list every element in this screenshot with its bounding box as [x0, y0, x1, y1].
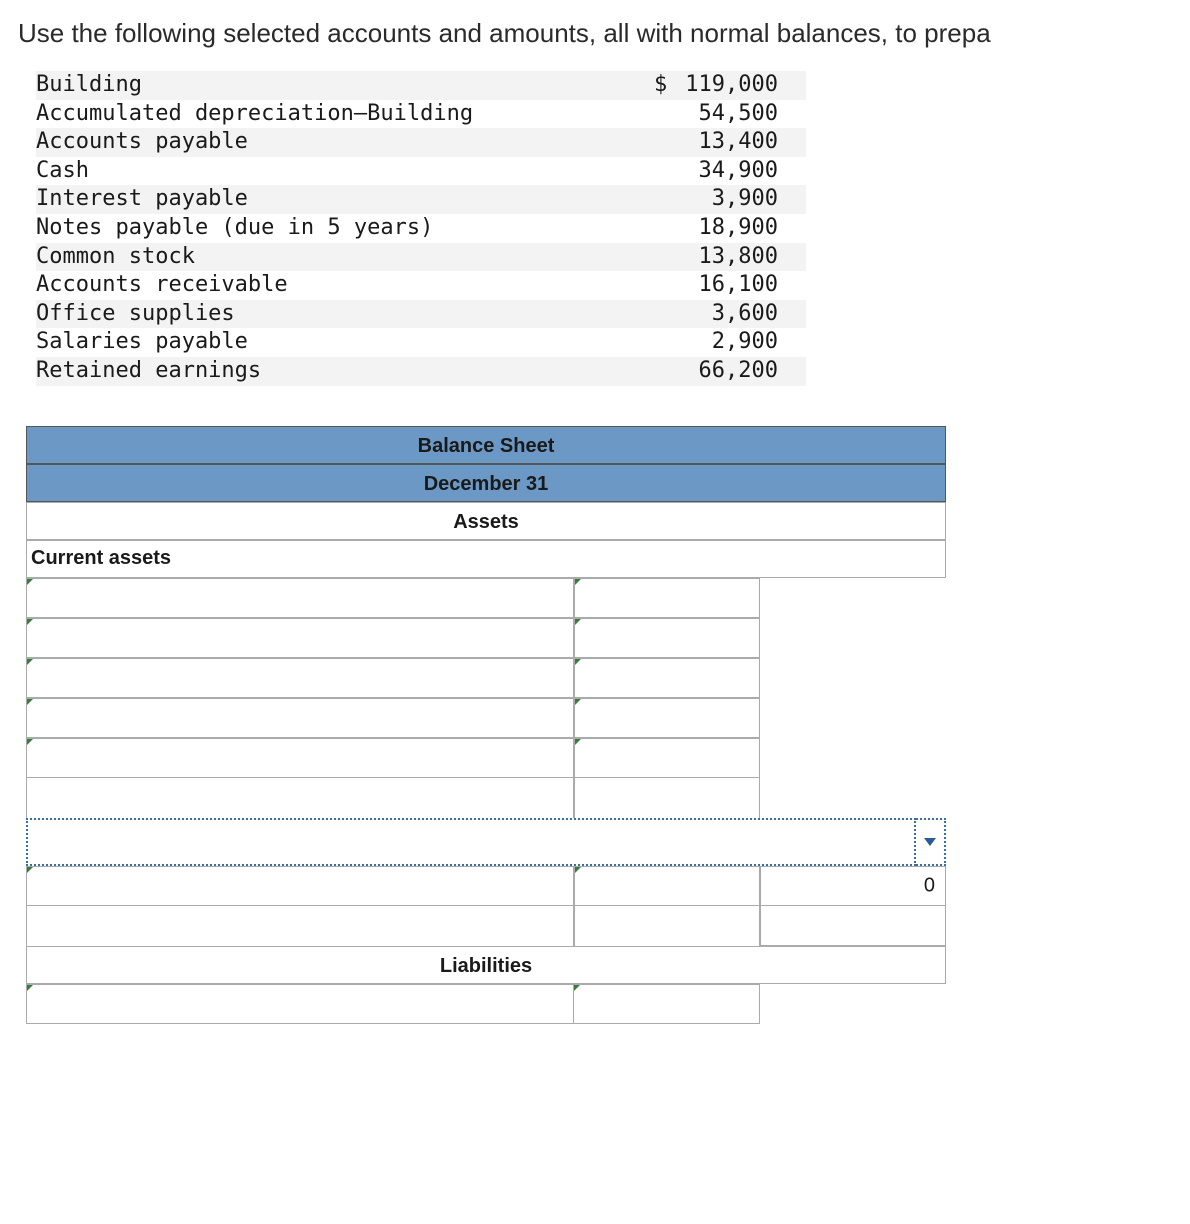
asset-amount-input[interactable]	[574, 578, 760, 618]
account-label: Interest payable	[36, 185, 636, 214]
instruction-text: Use the following selected accounts and …	[18, 18, 1172, 49]
account-label: Retained earnings	[36, 357, 636, 386]
empty-cell	[760, 698, 946, 738]
account-row: Accounts receivable 16,100	[36, 271, 806, 300]
accounts-table: Building$ 119,000Accumulated depreciatio…	[36, 71, 806, 386]
account-label: Accounts payable	[36, 128, 636, 157]
account-value: 13,800	[636, 243, 806, 272]
asset-name-input[interactable]	[26, 738, 574, 778]
account-row: Common stock 13,800	[36, 243, 806, 272]
account-row: Accumulated depreciation—Building 54,500	[36, 100, 806, 129]
subtotal-cell: 0	[760, 866, 946, 906]
account-label: Common stock	[36, 243, 636, 272]
asset-name-input[interactable]	[26, 698, 574, 738]
empty-cell	[760, 618, 946, 658]
account-value: 3,600	[636, 300, 806, 329]
account-value: 34,900	[636, 157, 806, 186]
account-row: Building$ 119,000	[36, 71, 806, 100]
spacer-cell	[760, 906, 946, 946]
asset-name-input[interactable]	[26, 866, 574, 906]
asset-name-input[interactable]	[26, 658, 574, 698]
liability-name-input[interactable]	[26, 984, 574, 1024]
subtotal-value: 0	[924, 874, 935, 897]
asset-amount-input[interactable]	[574, 738, 760, 778]
account-value: 3,900	[636, 185, 806, 214]
empty-cell	[760, 658, 946, 698]
account-row: Notes payable (due in 5 years) 18,900	[36, 214, 806, 243]
empty-cell	[760, 738, 946, 778]
account-value: 13,400	[636, 128, 806, 157]
chevron-down-icon	[924, 838, 936, 846]
account-value: $ 119,000	[636, 71, 806, 100]
account-value: 54,500	[636, 100, 806, 129]
asset-amount-input[interactable]	[574, 698, 760, 738]
liability-amount-input[interactable]	[574, 984, 760, 1024]
section-assets: Assets	[26, 502, 946, 540]
account-row: Cash 34,900	[36, 157, 806, 186]
account-row: Retained earnings 66,200	[36, 357, 806, 386]
account-value: 66,200	[636, 357, 806, 386]
account-row: Office supplies 3,600	[36, 300, 806, 329]
balance-sheet-date: December 31	[26, 464, 946, 502]
account-row: Interest payable 3,900	[36, 185, 806, 214]
account-value: 16,100	[636, 271, 806, 300]
asset-amount-input[interactable]	[574, 658, 760, 698]
asset-name-input[interactable]	[26, 618, 574, 658]
balance-sheet: Balance Sheet December 31 Assets Current…	[26, 426, 946, 1024]
selected-dropdown-row[interactable]	[26, 818, 946, 866]
current-assets-label: Current assets	[26, 540, 946, 578]
account-row: Salaries payable 2,900	[36, 328, 806, 357]
account-label: Office supplies	[36, 300, 636, 329]
account-row: Accounts payable 13,400	[36, 128, 806, 157]
empty-cell	[760, 578, 946, 618]
spacer-cell	[574, 906, 760, 946]
spacer-cell	[26, 778, 574, 818]
spacer-cell	[26, 906, 574, 946]
section-liabilities: Liabilities	[26, 946, 946, 984]
balance-sheet-title: Balance Sheet	[26, 426, 946, 464]
dropdown-field[interactable]	[26, 818, 916, 866]
spacer-cell	[760, 778, 946, 818]
account-label: Cash	[36, 157, 636, 186]
account-label: Accumulated depreciation—Building	[36, 100, 636, 129]
spacer-cell	[574, 778, 760, 818]
account-label: Salaries payable	[36, 328, 636, 357]
account-value: 2,900	[636, 328, 806, 357]
asset-name-input[interactable]	[26, 578, 574, 618]
dropdown-toggle[interactable]	[916, 818, 946, 866]
asset-amount-input[interactable]	[574, 618, 760, 658]
account-label: Notes payable (due in 5 years)	[36, 214, 636, 243]
account-label: Accounts receivable	[36, 271, 636, 300]
account-label: Building	[36, 71, 636, 100]
asset-amount-input[interactable]	[574, 866, 760, 906]
empty-cell	[760, 984, 946, 1024]
account-value: 18,900	[636, 214, 806, 243]
